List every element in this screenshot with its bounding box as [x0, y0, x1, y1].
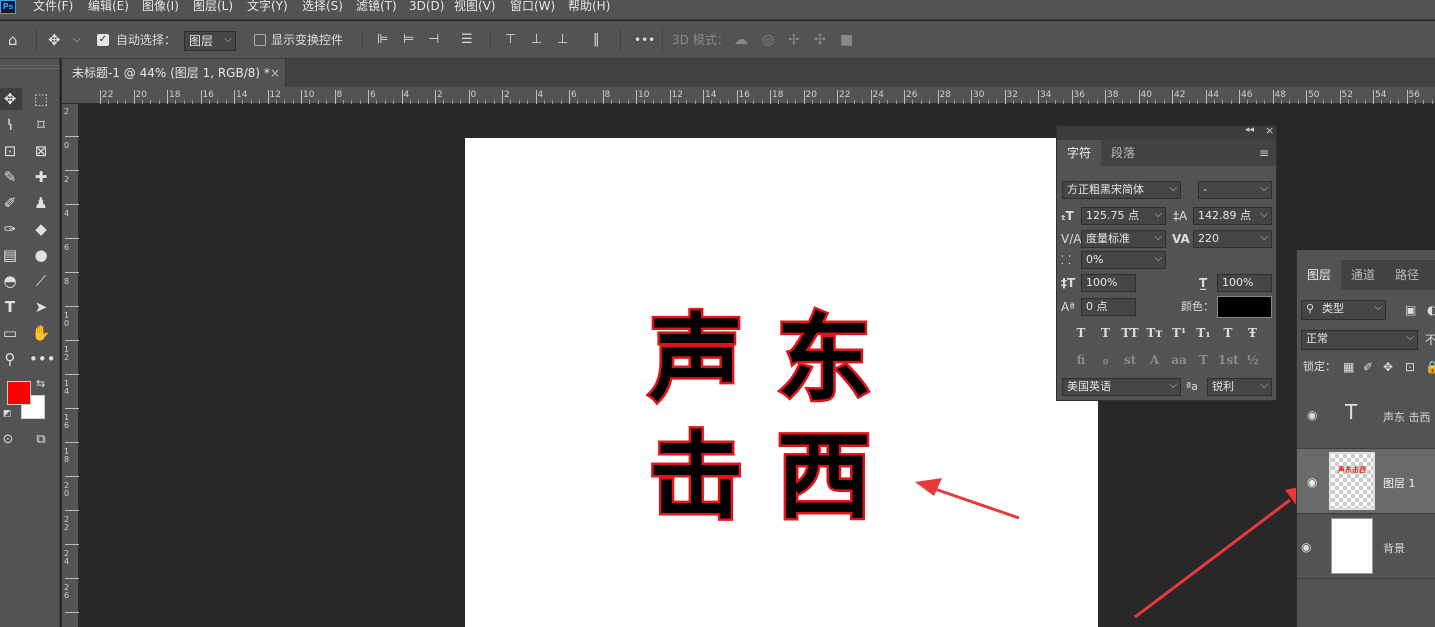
color-label: 颜色： — [1181, 300, 1214, 313]
layer-name[interactable]: 图层 1 — [1383, 475, 1416, 491]
search-icon: ⚲ — [1306, 302, 1315, 315]
text-style-button[interactable]: Ŧ — [1243, 324, 1263, 342]
horizontal-scale-icon: T̲ — [1199, 276, 1208, 290]
language-select[interactable]: 美国英语 — [1062, 378, 1181, 396]
lock-position-icon[interactable]: ✥ — [1383, 358, 1393, 376]
thumbnail-text: 声东击西 — [1338, 466, 1366, 474]
opentype-button[interactable]: fi — [1071, 351, 1091, 369]
panel-tab-strip: 字符 段落 ≡ — [1057, 140, 1276, 166]
font-size-field[interactable]: 125.75 点 — [1081, 207, 1166, 225]
opentype-button[interactable]: A — [1145, 351, 1165, 369]
annotation-arrow-to-layer — [1134, 498, 1291, 619]
font-family-select[interactable]: 方正粗黑宋简体 — [1062, 181, 1181, 199]
opentype-button[interactable]: ½ — [1243, 351, 1263, 369]
opentype-button[interactable]: ℴ — [1096, 351, 1116, 369]
visibility-eye-icon[interactable]: ◉ — [1307, 475, 1317, 489]
blend-mode-select[interactable]: 正常 — [1301, 330, 1418, 350]
layer-row[interactable]: ◉ T 声东 击西 — [1297, 384, 1435, 449]
annotation-arrowhead — [915, 478, 942, 496]
vertical-scale-icon: ‡T — [1061, 276, 1076, 290]
lock-label: 锁定： — [1303, 360, 1336, 373]
collapse-icon[interactable]: ◂◂ — [1245, 125, 1254, 135]
layer-row-selected[interactable]: ◉ 声东击西 图层 1 — [1297, 449, 1435, 514]
layer-thumbnail — [1331, 518, 1373, 574]
kerning-select[interactable]: 度量标准 — [1081, 230, 1166, 248]
font-size-icon: ₜT — [1061, 209, 1074, 223]
tsume-field[interactable]: 0% — [1081, 251, 1166, 269]
layers-panel: 图层 通道 路径 类型 ⚲ ▣ ◐ 正常 不 锁定： ▦ ✐ ✥ ⊡ 🔒 ◉ T… — [1296, 250, 1435, 627]
visibility-eye-icon[interactable]: ◉ — [1301, 540, 1311, 554]
tab-channels[interactable]: 通道 — [1341, 260, 1385, 290]
text-style-button[interactable]: TT — [1120, 324, 1140, 342]
tracking-icon: VA — [1172, 232, 1190, 246]
text-style-button[interactable]: T — [1096, 324, 1116, 342]
antialias-select[interactable]: 锐利 — [1207, 378, 1272, 396]
text-style-button[interactable]: T — [1071, 324, 1091, 342]
annotation-arrow-to-text — [931, 486, 1020, 520]
tab-layers[interactable]: 图层 — [1297, 260, 1341, 290]
text-style-buttons: T T TT Tт T¹ T₁ T Ŧ — [1071, 324, 1271, 342]
layers-tab-strip: 图层 通道 路径 — [1297, 260, 1435, 290]
kerning-icon: V/A — [1061, 232, 1082, 246]
layer-thumbnail: 声东击西 — [1329, 452, 1375, 510]
baseline-shift-icon: Aª — [1061, 300, 1075, 314]
character-panel: ◂◂ × 字符 段落 ≡ 方正粗黑宋简体 - ₜT 125.75 点 ‡A 14… — [1056, 124, 1277, 401]
text-style-button[interactable]: Tт — [1145, 324, 1165, 342]
filter-pixel-icon[interactable]: ▣ — [1405, 301, 1416, 319]
tab-character[interactable]: 字符 — [1057, 140, 1101, 166]
opentype-button[interactable]: 1st — [1218, 351, 1239, 369]
panel-menu-icon[interactable]: ≡ — [1259, 140, 1269, 166]
opentype-buttons: fi ℴ st Aaa T 1st ½ — [1071, 351, 1271, 369]
text-style-button[interactable]: T — [1218, 324, 1238, 342]
opentype-button[interactable]: st — [1120, 351, 1140, 369]
lock-pixels-icon[interactable]: ✐ — [1363, 358, 1373, 376]
lock-transparent-icon[interactable]: ▦ — [1343, 358, 1354, 376]
text-color-swatch[interactable] — [1217, 296, 1272, 318]
leading-icon: ‡A — [1173, 209, 1188, 223]
tab-paths[interactable]: 路径 — [1385, 260, 1429, 290]
baseline-shift-field[interactable]: 0 点 — [1081, 298, 1136, 316]
antialias-icon: ªa — [1186, 380, 1198, 393]
opacity-label: 不 — [1425, 333, 1435, 347]
opentype-button[interactable]: aa — [1169, 351, 1189, 369]
text-style-button[interactable]: T¹ — [1169, 324, 1189, 342]
text-style-button[interactable]: T₁ — [1194, 324, 1214, 342]
layer-name[interactable]: 背景 — [1383, 540, 1405, 556]
visibility-eye-icon[interactable]: ◉ — [1307, 408, 1317, 422]
opentype-button[interactable]: T — [1194, 351, 1214, 369]
horizontal-scale-field[interactable]: 100% — [1217, 274, 1272, 292]
lock-artboard-icon[interactable]: ⊡ — [1405, 358, 1415, 376]
lock-all-icon[interactable]: 🔒 — [1425, 358, 1435, 376]
tab-paragraph[interactable]: 段落 — [1101, 140, 1145, 166]
font-style-select[interactable]: - — [1198, 181, 1272, 199]
vertical-scale-field[interactable]: 100% — [1081, 274, 1136, 292]
tracking-field[interactable]: 220 — [1193, 230, 1272, 248]
text-layer-thumb: T — [1345, 400, 1358, 424]
close-icon[interactable]: × — [1265, 124, 1274, 137]
layer-name[interactable]: 声东 击西 — [1383, 409, 1431, 425]
tsume-icon: ⸬ — [1061, 253, 1071, 267]
leading-field[interactable]: 142.89 点 — [1193, 207, 1272, 225]
filter-adjustment-icon[interactable]: ◐ — [1427, 301, 1435, 319]
panel-header[interactable]: ◂◂ × — [1057, 124, 1276, 140]
layer-row[interactable]: ◉ 背景 — [1297, 514, 1435, 579]
